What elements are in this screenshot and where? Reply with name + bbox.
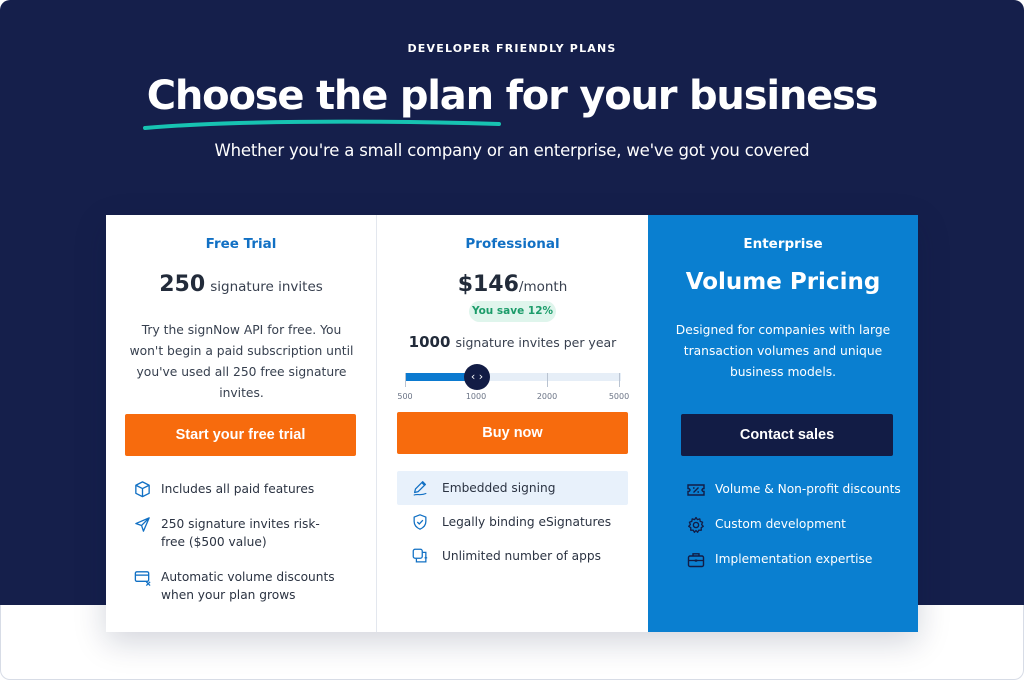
headline-highlight: Choose the plan — [142, 70, 501, 130]
plan-name: Free Trial — [205, 236, 277, 252]
contact-sales-button[interactable]: Contact sales — [681, 414, 893, 456]
slider-label: 5000 — [608, 392, 630, 401]
feature-text: Automatic volume discounts when your pla… — [161, 570, 335, 602]
feature-item: 250 signature invites risk-free ($500 va… — [106, 515, 376, 568]
slider-tick — [619, 373, 620, 387]
ticket-discount-icon — [686, 480, 706, 500]
plan-invites-unit: signature invites per year — [455, 335, 617, 350]
plan-quantity: 250 signature invites — [106, 272, 376, 297]
plan-feature-list: Includes all paid features 250 signature… — [106, 480, 376, 608]
feature-item[interactable]: Legally binding eSignatures — [397, 505, 628, 539]
feature-item-active[interactable]: Embedded signing — [397, 471, 628, 505]
headline-rest-text: for your business — [492, 73, 879, 119]
slider-tick — [405, 373, 406, 387]
plan-feature-list: Volume & Non-profit discounts Custom dev… — [648, 480, 918, 585]
invites-slider[interactable]: ‹ › 500 1000 2000 5000 — [397, 364, 629, 404]
slider-label: 500 — [397, 392, 413, 401]
feature-item: Implementation expertise — [648, 550, 918, 585]
plan-name: Professional — [465, 236, 560, 252]
slider-tick — [547, 373, 548, 387]
plan-quantity-value: 250 — [159, 272, 206, 297]
feature-item[interactable]: Unlimited number of apps — [397, 539, 628, 573]
plan-card-professional: Professional $146/month You save 12% 100… — [377, 215, 648, 632]
start-free-trial-button[interactable]: Start your free trial — [125, 414, 356, 456]
savings-badge: You save 12% — [469, 301, 556, 322]
slider-label: 1000 — [465, 392, 487, 401]
plan-feature-list: Embedded signing Legally binding eSignat… — [377, 471, 648, 573]
box-icon — [133, 480, 152, 499]
buy-now-button[interactable]: Buy now — [397, 412, 628, 454]
plan-description: Designed for companies with large transa… — [675, 323, 891, 379]
send-icon — [133, 515, 152, 534]
plan-title: Volume Pricing — [685, 269, 881, 295]
pricing-cards: Free Trial 250 signature invites Try the… — [106, 215, 918, 632]
slider-label: 2000 — [536, 392, 558, 401]
pen-icon — [411, 479, 429, 497]
feature-text: Includes all paid features — [161, 482, 315, 496]
plan-price-value: $146 — [457, 272, 519, 297]
feature-text: Embedded signing — [442, 481, 556, 495]
eyebrow-label: DEVELOPER FRIENDLY PLANS — [407, 42, 617, 55]
plan-quantity-unit: signature invites — [210, 279, 323, 295]
feature-item: Automatic volume discounts when your pla… — [106, 568, 376, 608]
feature-item: Includes all paid features — [106, 480, 376, 515]
card-discount-icon — [133, 568, 152, 587]
shield-check-icon — [411, 513, 429, 531]
plan-price-unit: /month — [518, 279, 568, 295]
page-title: Choose the plan for your business — [0, 70, 1024, 130]
plan-card-enterprise: Enterprise Volume Pricing Designed for c… — [648, 215, 918, 632]
briefcase-icon — [686, 550, 706, 570]
headline-underlined-text: Choose the plan — [146, 73, 494, 119]
plan-invites: 1000 signature invites per year — [377, 332, 648, 351]
feature-item: Volume & Non-profit discounts — [648, 480, 918, 515]
feature-item: Custom development — [648, 515, 918, 550]
feature-text: Volume & Non-profit discounts — [715, 482, 901, 496]
swoosh-underline-icon — [142, 119, 501, 130]
feature-text: Unlimited number of apps — [442, 549, 601, 563]
gear-icon — [686, 515, 706, 535]
plan-description: Try the signNow API for free. You won't … — [129, 323, 354, 400]
page-subtitle: Whether you're a small company or an ent… — [214, 141, 810, 160]
feature-text: Custom development — [715, 517, 846, 531]
feature-text: Legally binding eSignatures — [442, 515, 612, 529]
apps-icon — [411, 547, 429, 565]
feature-text: 250 signature invites risk-free ($500 va… — [161, 517, 320, 549]
feature-text: Implementation expertise — [715, 552, 873, 566]
plan-invites-value: 1000 — [408, 333, 451, 351]
plan-card-free-trial: Free Trial 250 signature invites Try the… — [106, 215, 377, 632]
plan-price: $146/month — [377, 272, 648, 297]
slider-handle[interactable]: ‹ › — [464, 364, 490, 390]
plan-name: Enterprise — [743, 236, 823, 252]
